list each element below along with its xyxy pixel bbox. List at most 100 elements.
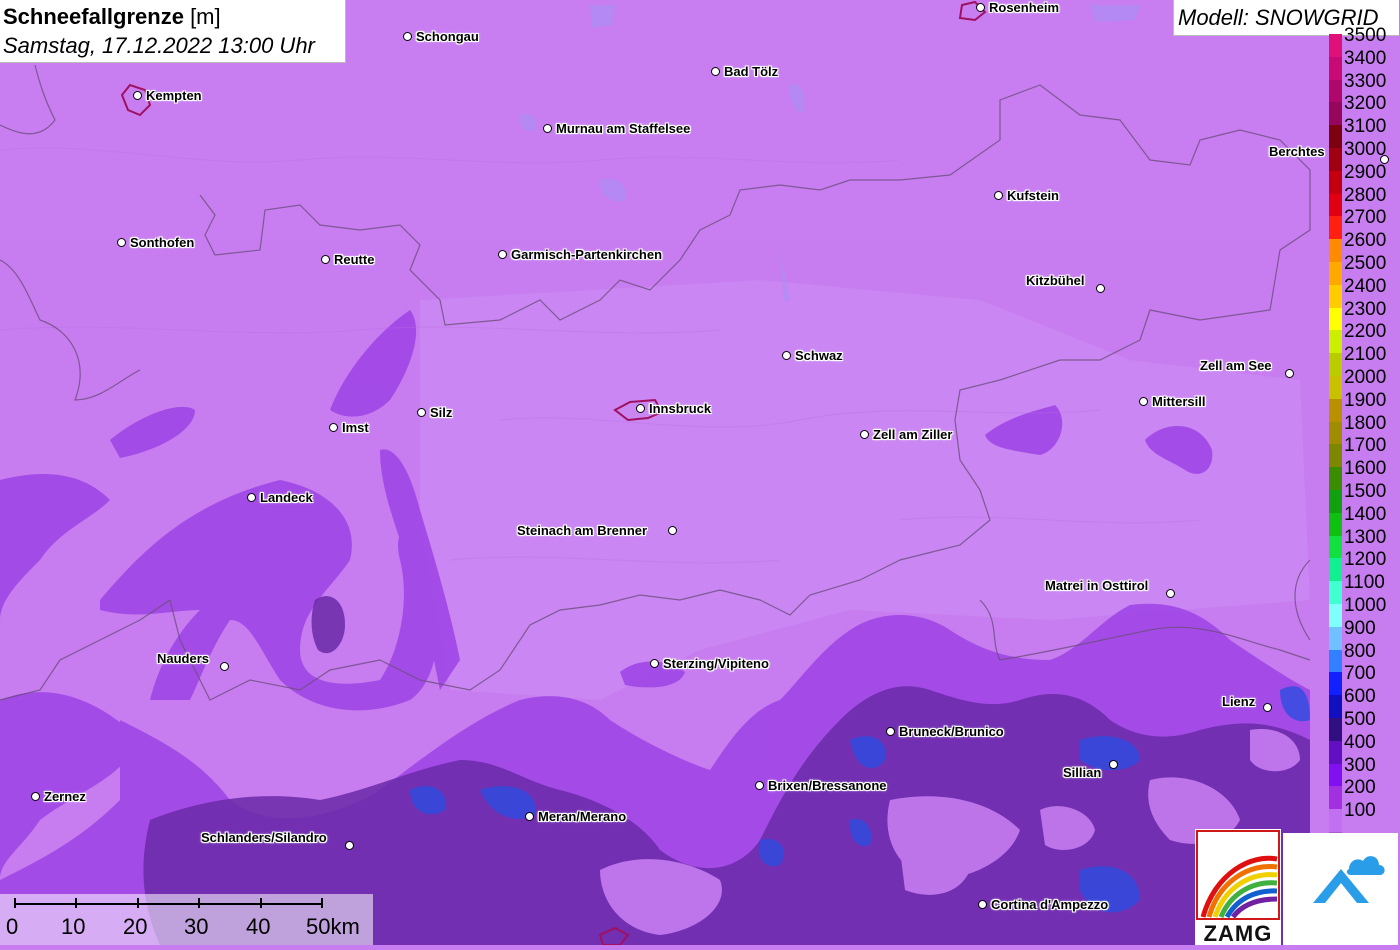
city-marker-icon: [498, 250, 507, 259]
city-marker-icon: [220, 662, 229, 671]
city-label: Kempten: [146, 88, 202, 103]
legend-row: 1700: [1329, 434, 1400, 469]
snow-cloud-icon: [1313, 856, 1385, 903]
legend-row: 1000: [1329, 594, 1400, 628]
legend-row: 3200: [1329, 92, 1400, 127]
zamg-logo-text: ZAMG: [1203, 921, 1273, 946]
legend-row: 3000: [1329, 138, 1400, 172]
scale-label: 40: [246, 914, 271, 939]
legend-row: 2300: [1329, 298, 1400, 332]
city-marker-icon: [860, 430, 869, 439]
legend-label: 3100: [1344, 116, 1387, 138]
scale-tick: [260, 898, 262, 908]
legend-label: 900: [1344, 617, 1376, 639]
city-marker-icon: [1263, 703, 1272, 712]
city-marker-icon: [403, 32, 412, 41]
legend-label: 1000: [1344, 595, 1387, 616]
legend-row: 2600: [1329, 229, 1400, 263]
city-label: Brixen/Bressanone: [768, 778, 887, 793]
map-title-box: Schneefallgrenze [m] Samstag, 17.12.2022…: [0, 0, 346, 63]
city-marker-icon: [1109, 760, 1118, 769]
snow-cloud-logo: [1283, 833, 1398, 945]
city-marker-icon: [543, 124, 552, 133]
scale-tick: [14, 898, 16, 908]
legend-row: 1200: [1329, 548, 1400, 583]
city-label: Lienz: [1222, 694, 1256, 709]
legend-label: 1600: [1344, 458, 1387, 480]
city-label: Kufstein: [1007, 188, 1059, 203]
legend-label: 2200: [1344, 321, 1387, 343]
scale-label: 10: [61, 914, 86, 939]
legend-row: 600: [1329, 685, 1400, 719]
legend-row: 3400: [1329, 47, 1400, 81]
city-marker-icon: [1139, 397, 1148, 406]
zamg-rainbow-icon: [1196, 830, 1280, 920]
legend-row: 3500: [1329, 24, 1400, 58]
city-label: Berchtes: [1269, 144, 1325, 159]
legend-row: 1400: [1329, 503, 1400, 537]
legend-row: 700: [1329, 662, 1400, 697]
legend-label: 3300: [1344, 70, 1387, 92]
legend-row: 3100: [1329, 115, 1400, 149]
legend-row: 1800: [1329, 412, 1400, 446]
city-marker-icon: [345, 841, 354, 850]
legend-label: 2500: [1344, 253, 1387, 274]
legend-row: 1600: [1329, 457, 1400, 491]
legend-label: 2800: [1344, 184, 1387, 206]
legend-label: 1900: [1344, 389, 1387, 411]
city-marker-icon: [976, 3, 985, 12]
legend-row: 800: [1329, 640, 1400, 674]
scale-tick: [75, 898, 77, 908]
legend-row: 2200: [1329, 320, 1400, 355]
city-label: Imst: [342, 420, 369, 435]
legend-row: 100: [1329, 799, 1400, 833]
city-marker-icon: [886, 727, 895, 736]
legend-label: 500: [1344, 709, 1376, 730]
legend-label: 1500: [1344, 481, 1387, 502]
city-marker-icon: [247, 493, 256, 502]
legend-label: 1700: [1344, 435, 1387, 457]
legend-label: 1800: [1344, 412, 1387, 434]
legend-label: 3200: [1344, 93, 1387, 115]
city-marker-icon: [133, 91, 142, 100]
city-marker-icon: [636, 404, 645, 413]
city-label: Cortina d'Ampezzo: [991, 897, 1109, 912]
legend-label: 1300: [1344, 526, 1387, 548]
city-marker-icon: [1285, 369, 1294, 378]
map-title-main: Schneefallgrenze: [3, 4, 184, 29]
city-marker-icon: [321, 255, 330, 264]
city-marker-icon: [31, 792, 40, 801]
city-marker-icon: [668, 526, 677, 535]
city-label: Sillian: [1063, 765, 1102, 780]
legend-row: 2900: [1329, 161, 1400, 195]
legend-label: 300: [1344, 754, 1376, 776]
city-label: Landeck: [260, 490, 313, 505]
city-marker-icon: [525, 812, 534, 821]
legend-row: 900: [1329, 617, 1400, 651]
legend-label: 3400: [1344, 47, 1387, 69]
snowfall-limit-map: [0, 0, 1400, 945]
city-label: Bad Tölz: [724, 64, 779, 79]
legend-label: 2300: [1344, 298, 1387, 320]
city-label: Garmisch-Partenkirchen: [511, 247, 663, 262]
legend-row: 1500: [1329, 480, 1400, 514]
legend-row: 1900: [1329, 389, 1400, 423]
city-label: Mittersill: [1152, 394, 1206, 409]
map-title: Schneefallgrenze [m]: [3, 4, 221, 30]
legend-label: 2600: [1344, 230, 1387, 252]
city-label: Steinach am Brenner: [517, 523, 648, 538]
city-label: Nauders: [157, 651, 210, 666]
legend-label: 1100: [1344, 572, 1385, 594]
scale-label: 0: [6, 914, 19, 939]
scale-label: 50km: [306, 914, 360, 939]
city-marker-icon: [1096, 284, 1105, 293]
city-label: Matrei in Osttirol: [1045, 578, 1149, 593]
legend-row: 3300: [1329, 70, 1400, 104]
city-label: Zernez: [44, 789, 86, 804]
legend-row: 2500: [1329, 252, 1400, 286]
city-marker-icon: [755, 781, 764, 790]
legend-row: 2100: [1329, 343, 1400, 377]
city-label: Schongau: [416, 29, 479, 44]
city-marker-icon: [782, 351, 791, 360]
city-marker-icon: [650, 659, 659, 668]
